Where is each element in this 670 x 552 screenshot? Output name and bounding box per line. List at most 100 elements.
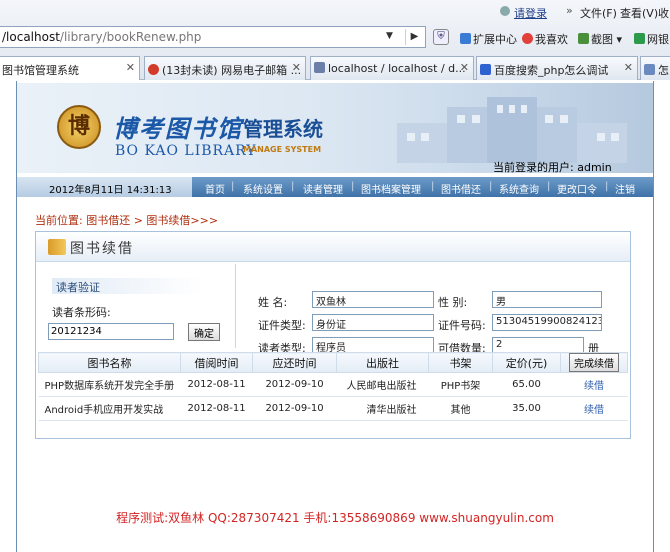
close-icon[interactable]: ✕ — [126, 61, 135, 74]
col-action: 完成续借 — [560, 352, 628, 373]
screenshot-label: 截图 — [591, 33, 613, 46]
go-arrow-icon[interactable]: ▶ — [405, 29, 423, 45]
bank-icon — [634, 33, 645, 44]
browser-chrome: 请登录 » 文件(F) 查看(V) 收 /localhost/library/b… — [0, 0, 670, 80]
nav-separator: | — [605, 181, 609, 192]
price: 65.00 — [492, 372, 561, 397]
footer-credit: 程序测试:双鱼林 QQ:287307421 手机:13558690869 www… — [116, 511, 554, 525]
col-due-date: 应还时间 — [252, 352, 337, 373]
nav-separator: | — [431, 181, 435, 192]
tab-more[interactable]: 怎 — [640, 56, 670, 80]
logo-chinese: 博考图书馆 — [113, 114, 243, 143]
book-name: PHP数据库系统开发完全手册 — [38, 372, 181, 397]
tab-label: 图书馆管理系统 — [2, 64, 79, 77]
tab-baidu[interactable]: 百度搜索_php怎么调试 ✕ — [476, 56, 638, 80]
logo-english: BO KAO LIBRARY — [115, 143, 257, 159]
tab-label: localhost / localhost / d... — [328, 62, 466, 75]
nav-separator: | — [489, 181, 493, 192]
gender-field[interactable]: 男 — [492, 291, 602, 308]
close-icon[interactable]: ✕ — [624, 61, 633, 74]
panel-title: 图书续借 — [70, 241, 134, 257]
table-row: Android手机应用开发实战 2012-08-11 2012-09-10 清华… — [38, 396, 628, 421]
extensions-label: 扩展中心 — [473, 33, 517, 46]
borrow-date: 2012-08-11 — [180, 372, 253, 397]
menu-favorites[interactable]: 收 — [658, 5, 669, 21]
current-user-name: admin — [577, 161, 612, 173]
nav-logout[interactable]: 注销 — [615, 181, 635, 196]
nav-home[interactable]: 首页 — [205, 181, 225, 196]
shelf: PHP书架 — [428, 372, 493, 397]
nav-separator: | — [291, 181, 295, 192]
database-icon — [314, 62, 325, 73]
nav-borrow-return[interactable]: 图书借还 — [441, 181, 481, 196]
panel-header: 图书续借 — [36, 232, 630, 262]
id-number-field[interactable]: 513045199008241232 — [492, 314, 602, 331]
book-name: Android手机应用开发实战 — [38, 396, 181, 421]
borrowed-books-table: 图书名称 借阅时间 应还时间 出版社 书架 定价(元) 完成续借 PHP数据库系… — [38, 352, 628, 421]
gender-label: 性 别: — [438, 296, 468, 309]
address-path: /library/bookRenew.php — [59, 30, 202, 44]
address-text[interactable]: /localhost/library/bookRenew.php — [2, 30, 201, 44]
renew-panel: 图书续借 读者验证 读者条形码: 确定 姓 名: 双鱼林 性 别: 男 证件类型… — [35, 231, 631, 439]
col-borrow-date: 借阅时间 — [180, 352, 253, 373]
address-dropdown-icon[interactable]: ▼ — [386, 31, 393, 41]
netbank-label: 网银 — [647, 33, 669, 46]
due-date: 2012-09-10 — [252, 372, 337, 397]
building-illustration — [397, 97, 627, 163]
login-link[interactable]: 请登录 — [514, 5, 547, 21]
address-bar[interactable]: /localhost/library/bookRenew.php ▼ ▶ — [0, 26, 426, 48]
renew-link[interactable]: 续借 — [584, 381, 604, 392]
nav-book-archive[interactable]: 图书档案管理 — [361, 181, 421, 196]
nav-system-settings[interactable]: 系统设置 — [243, 181, 283, 196]
paw-icon — [480, 64, 491, 75]
name-label: 姓 名: — [258, 296, 288, 309]
nav-bar: 2012年8月11日 14:31:13 首页 | 系统设置 | 读者管理 | 图… — [17, 177, 653, 197]
table-row: PHP数据库系统开发完全手册 2012-08-11 2012-09-10 人民邮… — [38, 372, 628, 397]
nav-system-query[interactable]: 系统查询 — [499, 181, 539, 196]
id-number-label: 证件号码: — [438, 319, 486, 332]
publisher: 人民邮电出版社 — [336, 372, 429, 397]
borrow-date: 2012-08-11 — [180, 396, 253, 421]
due-date: 2012-09-10 — [252, 396, 337, 421]
nav-reader-management[interactable]: 读者管理 — [303, 181, 343, 196]
screenshot-button[interactable]: 截图 ▾ — [578, 31, 622, 47]
tab-label: 百度搜索_php怎么调试 — [494, 64, 609, 77]
menu-file[interactable]: 文件(F) — [580, 5, 617, 21]
like-button[interactable]: 我喜欢 — [522, 31, 568, 47]
renew-cell: 续借 — [560, 372, 628, 397]
finish-renew-button[interactable]: 完成续借 — [569, 353, 619, 372]
tab-label: 怎 — [658, 64, 669, 77]
renew-cell: 续借 — [560, 396, 628, 421]
shield-icon[interactable]: ⛨ — [433, 29, 449, 45]
table-header-row: 图书名称 借阅时间 应还时间 出版社 书架 定价(元) 完成续借 — [38, 352, 628, 373]
browser-topbar: 请登录 » 文件(F) 查看(V) 收 — [0, 0, 670, 24]
nav-separator: | — [351, 181, 355, 192]
page-icon — [644, 64, 655, 75]
header-banner: 博 博考图书馆 管理系统 BO KAO LIBRARY MANAGE SYSTE… — [17, 83, 653, 173]
double-chevron-icon[interactable]: » — [566, 4, 573, 17]
scissors-icon — [578, 33, 589, 44]
nav-change-password[interactable]: 更改口令 — [557, 181, 597, 196]
publisher: 清华出版社 — [336, 396, 429, 421]
tab-library[interactable]: 图书馆管理系统 ✕ — [0, 56, 140, 80]
id-type-field[interactable]: 身份证 — [312, 314, 434, 331]
nav-separator: | — [547, 181, 551, 192]
tab-phpmyadmin[interactable]: localhost / localhost / d... ✕ — [310, 56, 474, 80]
col-price: 定价(元) — [492, 352, 561, 373]
renew-link[interactable]: 续借 — [584, 405, 604, 416]
col-book-name: 图书名称 — [38, 352, 181, 373]
barcode-input[interactable] — [48, 323, 174, 340]
id-type-label: 证件类型: — [258, 319, 306, 332]
menu-view[interactable]: 查看(V) — [620, 5, 658, 21]
name-field[interactable]: 双鱼林 — [312, 291, 434, 308]
netbank-button[interactable]: 网银 — [634, 31, 669, 47]
current-user-label: 当前登录的用户: — [493, 161, 574, 173]
close-icon[interactable]: ✕ — [460, 61, 469, 74]
confirm-button[interactable]: 确定 — [188, 323, 220, 341]
extensions-button[interactable]: 扩展中心 — [460, 31, 517, 47]
close-icon[interactable]: ✕ — [292, 61, 301, 74]
tab-label: (13封未读) 网易电子邮箱 ... — [162, 64, 302, 77]
tab-mail[interactable]: (13封未读) 网易电子邮箱 ... ✕ — [144, 56, 306, 80]
like-label: 我喜欢 — [535, 33, 568, 46]
heart-icon — [522, 33, 533, 44]
